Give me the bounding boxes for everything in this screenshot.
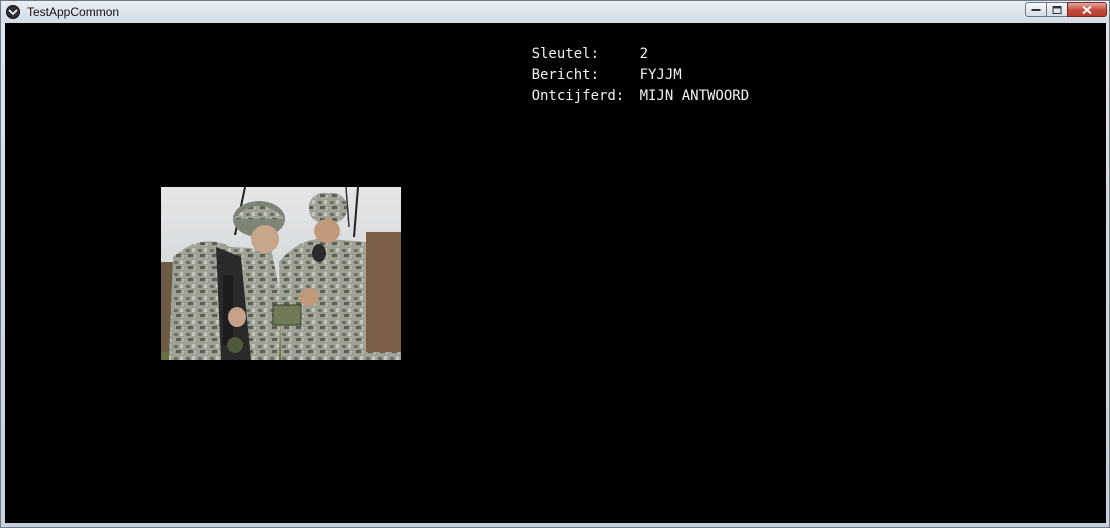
app-window: TestAppCommon Sleutel: 2 Bericht: FYJJM On… [0,0,1110,528]
maximize-icon [1052,5,1062,14]
decrypted-line: Ontcijferd: MIJN ANTWOORD [481,66,750,104]
window-title: TestAppCommon [27,5,120,19]
minimize-icon [1031,8,1041,11]
title-bar[interactable]: TestAppCommon [1,1,1109,23]
soldiers-photo [161,187,401,360]
maximize-button[interactable] [1046,2,1068,17]
app-logo-icon[interactable] [6,5,20,19]
message-line: Bericht: FYJJM [481,45,682,83]
close-button[interactable] [1067,2,1107,17]
decrypted-value: MIJN ANTWOORD [639,88,750,104]
client-area: Sleutel: 2 Bericht: FYJJM Ontcijferd: MIJN … [5,23,1106,523]
close-icon [1082,5,1092,14]
key-line: Sleutel: 2 [481,24,648,62]
minimize-button[interactable] [1025,2,1047,17]
decrypted-label: Ontcijferd: [531,88,625,104]
